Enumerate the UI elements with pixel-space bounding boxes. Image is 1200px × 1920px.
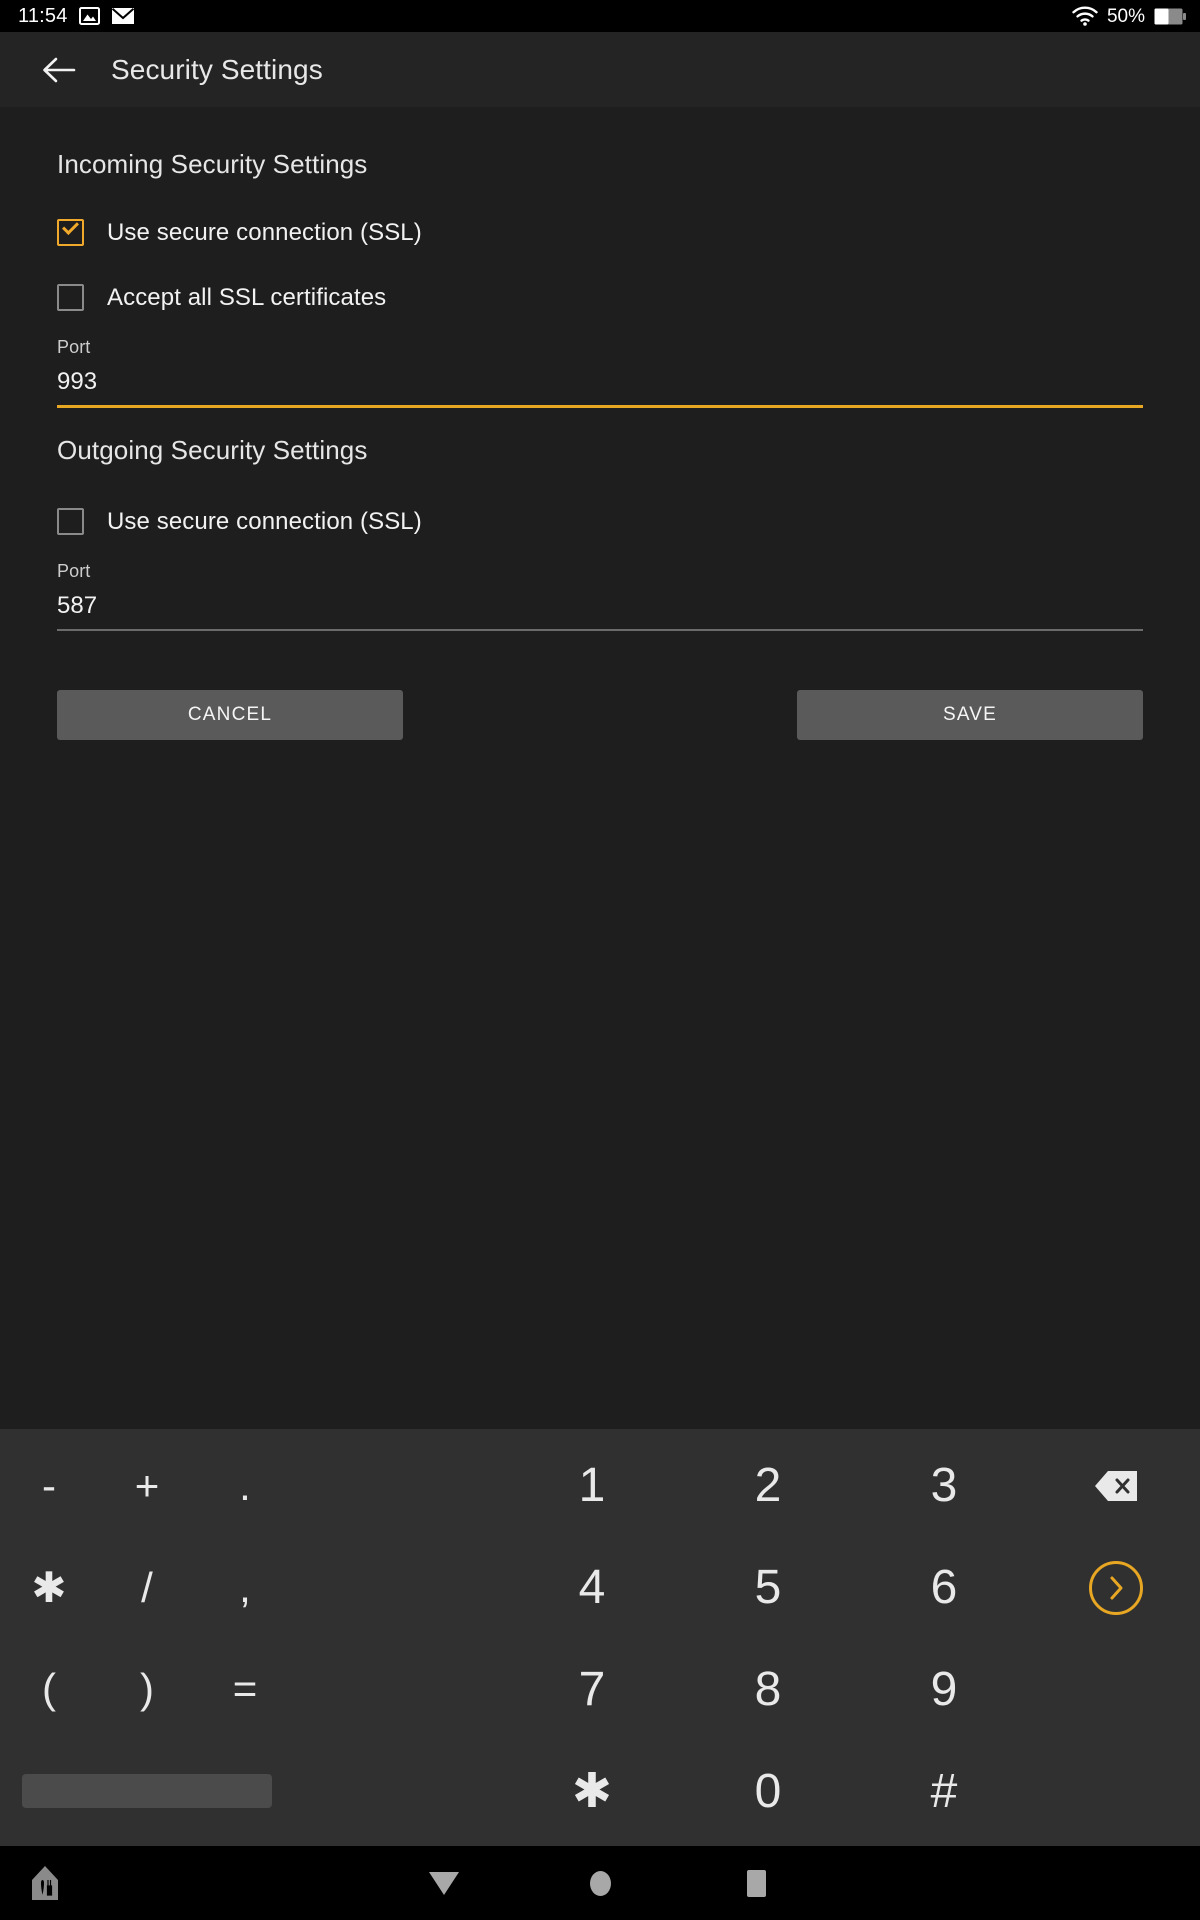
status-clock: 11:54 <box>18 5 68 27</box>
key-asterisk[interactable]: ✱ <box>504 1740 680 1842</box>
settings-content: Incoming Security Settings Use secure co… <box>0 107 1200 1429</box>
incoming-ssl-checkbox[interactable] <box>57 218 84 246</box>
key-equals[interactable]: = <box>196 1639 294 1741</box>
key-1[interactable]: 1 <box>504 1435 680 1537</box>
outgoing-ssl-checkbox[interactable] <box>57 508 84 535</box>
key-0[interactable]: 0 <box>680 1740 856 1842</box>
nav-home-button[interactable] <box>522 1846 678 1920</box>
outgoing-port-underline <box>57 629 1143 631</box>
arrow-left-icon <box>41 56 77 84</box>
key-space-wrapper <box>0 1740 294 1842</box>
keyboard-row-2: ✱ / , 4 5 6 <box>0 1537 1200 1639</box>
key-2[interactable]: 2 <box>680 1435 856 1537</box>
key-plus[interactable]: + <box>98 1435 196 1537</box>
status-bar-left: 11:54 <box>18 6 135 26</box>
recents-square-icon <box>746 1869 766 1897</box>
numeric-keyboard: - + . 1 2 3 ✱ / , 4 5 6 () = 7 8 9 ✱ 0 … <box>0 1429 1200 1846</box>
accept-all-certs-row[interactable]: Accept all SSL certificates <box>57 284 1143 311</box>
keyboard-row-4-filler <box>1032 1740 1200 1842</box>
key-minus[interactable]: - <box>0 1435 98 1537</box>
app-bar: Security Settings <box>0 32 1200 107</box>
nav-center-group <box>0 1846 1200 1920</box>
image-icon <box>78 7 100 25</box>
outgoing-ssl-checkbox-row[interactable]: Use secure connection (SSL) <box>57 508 1143 535</box>
home-circle-icon <box>589 1870 611 1896</box>
nav-back-button[interactable] <box>366 1846 522 1920</box>
key-slash[interactable]: / <box>98 1537 196 1639</box>
outgoing-port-field: Port <box>57 561 1143 631</box>
keyboard-row-3: ( ) = 7 8 9 <box>0 1639 1200 1741</box>
key-enter-next[interactable] <box>1032 1537 1200 1639</box>
key-4[interactable]: 4 <box>504 1537 680 1639</box>
key-period[interactable]: . <box>196 1435 294 1537</box>
incoming-port-label: Port <box>57 337 91 357</box>
mail-icon <box>111 7 135 25</box>
accept-all-certs-label: Accept all SSL certificates <box>107 283 387 311</box>
key-5[interactable]: 5 <box>680 1537 856 1639</box>
key-space[interactable] <box>22 1774 272 1809</box>
incoming-port-field: Port <box>57 337 1143 408</box>
key-7[interactable]: 7 <box>504 1639 680 1741</box>
checkmark-icon <box>62 218 79 235</box>
back-triangle-icon <box>429 1871 459 1895</box>
incoming-ssl-label: Use secure connection (SSL) <box>107 218 422 246</box>
status-bar-right: 50% <box>1072 6 1186 26</box>
cancel-button[interactable]: CANCEL <box>57 690 403 740</box>
key-3[interactable]: 3 <box>856 1435 1032 1537</box>
key-paren-close[interactable]: ) <box>98 1639 196 1741</box>
device-screen: 11:54 50% Security Settings Incoming Sec… <box>0 0 1200 1920</box>
key-hash[interactable]: # <box>856 1740 1032 1842</box>
key-paren-open[interactable]: ( <box>0 1639 98 1741</box>
keyboard-row-4: ✱ 0 # <box>0 1740 1200 1842</box>
outgoing-port-input[interactable] <box>57 582 1143 629</box>
keyboard-row-1: - + . 1 2 3 <box>0 1435 1200 1537</box>
chevron-right-icon <box>1089 1560 1143 1615</box>
incoming-port-input[interactable] <box>57 358 1143 405</box>
incoming-ssl-checkbox-row[interactable]: Use secure connection (SSL) <box>57 218 1143 246</box>
incoming-section-title: Incoming Security Settings <box>57 149 368 179</box>
backspace-icon <box>1093 1469 1139 1503</box>
status-bar: 11:54 50% <box>0 0 1200 32</box>
nav-recents-button[interactable] <box>678 1846 834 1920</box>
key-9[interactable]: 9 <box>856 1639 1032 1741</box>
wifi-icon <box>1072 6 1098 26</box>
save-button[interactable]: SAVE <box>797 690 1143 740</box>
back-button[interactable] <box>36 47 82 93</box>
battery-percent-label: 50% <box>1106 5 1145 27</box>
key-6[interactable]: 6 <box>856 1537 1032 1639</box>
battery-half-icon <box>1154 8 1186 25</box>
page-title: Security Settings <box>111 53 323 85</box>
outgoing-section-title: Outgoing Security Settings <box>57 435 368 465</box>
action-button-row: CANCEL SAVE <box>57 690 1143 740</box>
outgoing-port-label: Port <box>57 561 91 581</box>
key-backspace[interactable] <box>1032 1435 1200 1537</box>
navigation-bar <box>0 1846 1200 1920</box>
nav-home-shortcut-button[interactable] <box>30 1864 60 1902</box>
key-comma[interactable]: , <box>196 1537 294 1639</box>
outgoing-ssl-label: Use secure connection (SSL) <box>107 507 422 535</box>
home-icon <box>30 1864 60 1902</box>
key-8[interactable]: 8 <box>680 1639 856 1741</box>
key-asterisk-symbol[interactable]: ✱ <box>0 1537 98 1639</box>
accept-all-certs-checkbox[interactable] <box>57 284 84 311</box>
keyboard-row-3-filler <box>1032 1639 1200 1741</box>
